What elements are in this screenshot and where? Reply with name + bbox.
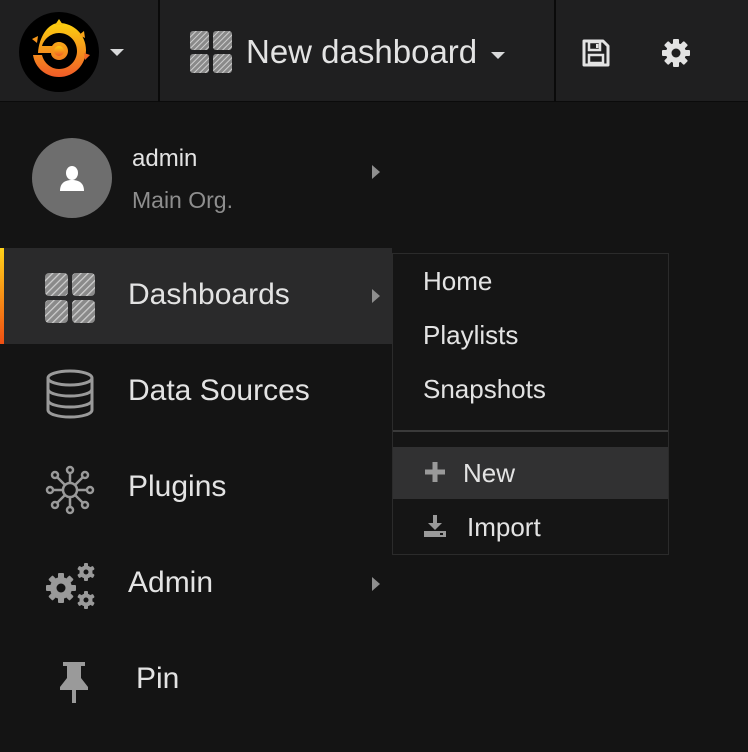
chevron-right-icon	[372, 289, 380, 303]
dashboard-settings-button[interactable]	[659, 36, 693, 70]
save-icon	[582, 39, 610, 67]
submenu-divider	[393, 430, 668, 432]
import-icon	[424, 515, 446, 537]
side-menu: admin Main Org. Dashboards Data Sources …	[0, 103, 392, 752]
submenu-item-label: Import	[467, 512, 541, 542]
sidebar-item-label: Admin	[128, 566, 214, 599]
user-profile-menu[interactable]: admin Main Org.	[0, 103, 392, 243]
admin-gears-icon	[44, 560, 96, 612]
submenu-item-home[interactable]: Home	[393, 255, 668, 307]
dashboards-grid-icon	[44, 272, 96, 324]
user-name: admin	[132, 145, 198, 172]
dashboard-title-button[interactable]: New dashboard	[190, 28, 506, 76]
user-icon	[60, 166, 84, 191]
avatar	[32, 138, 112, 218]
submenu-item-snapshots[interactable]: Snapshots	[393, 363, 668, 415]
plus-icon	[425, 462, 445, 482]
sidebar-item-label: Plugins	[128, 470, 227, 503]
submenu-item-label: Snapshots	[423, 374, 546, 404]
sidebar-item-plugins[interactable]: Plugins	[0, 440, 392, 536]
sidebar-item-admin[interactable]: Admin	[0, 536, 392, 632]
submenu-item-label: Playlists	[423, 320, 519, 350]
sidebar-item-label: Data Sources	[128, 374, 310, 407]
user-org: Main Org.	[132, 187, 233, 213]
sidebar-item-pin[interactable]: Pin	[0, 632, 392, 728]
grafana-menu-button[interactable]	[18, 10, 138, 94]
navbar-divider	[554, 0, 556, 102]
database-icon	[44, 368, 96, 420]
submenu-item-label: New	[463, 458, 516, 488]
chevron-right-icon	[372, 577, 380, 591]
grafana-logo-icon	[19, 12, 99, 92]
navbar-divider	[158, 0, 160, 102]
dashboards-grid-icon	[190, 31, 232, 73]
top-navbar: New dashboard	[0, 0, 748, 102]
submenu-item-new[interactable]: New	[393, 447, 668, 499]
chevron-down-icon	[491, 51, 506, 59]
sidebar-item-dashboards[interactable]: Dashboards	[0, 248, 392, 344]
dashboards-submenu: Home Playlists Snapshots New Import	[392, 253, 669, 555]
sidebar-item-label: Dashboards	[128, 278, 290, 311]
chevron-down-icon	[110, 48, 124, 56]
dashboard-title: New dashboard	[246, 33, 478, 70]
chevron-right-icon	[372, 165, 380, 179]
plugins-icon	[44, 464, 96, 516]
sidebar-item-data-sources[interactable]: Data Sources	[0, 344, 392, 440]
sidebar-item-label: Pin	[136, 662, 180, 695]
save-dashboard-button[interactable]	[579, 36, 613, 70]
submenu-item-playlists[interactable]: Playlists	[393, 309, 668, 361]
pin-icon	[48, 656, 100, 708]
submenu-item-label: Home	[423, 266, 493, 296]
submenu-item-import[interactable]: Import	[393, 501, 668, 553]
gear-icon	[662, 39, 690, 67]
